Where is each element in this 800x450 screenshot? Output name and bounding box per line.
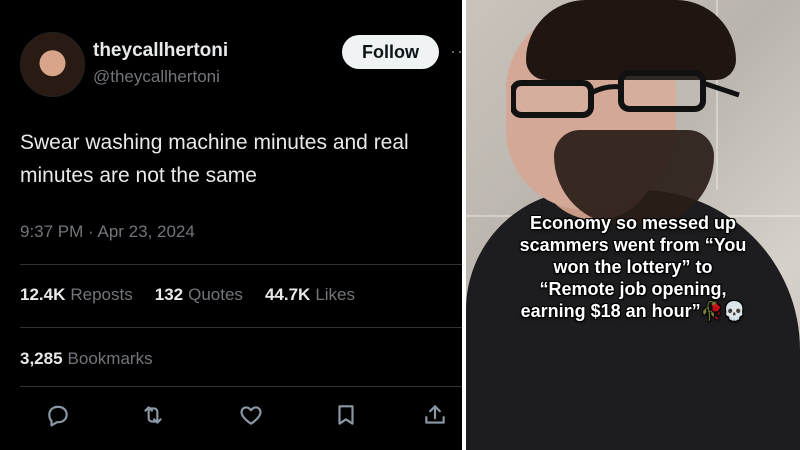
- like-icon[interactable]: [236, 400, 266, 430]
- quotes-count: 132: [154, 285, 184, 304]
- bookmarks-stat[interactable]: 3,285 Bookmarks: [20, 349, 153, 369]
- glasses-icon: [511, 70, 740, 118]
- caption-line: Economy so messed up: [529, 213, 737, 233]
- divider: [20, 264, 462, 265]
- reposts-count: 12.4K: [20, 285, 66, 304]
- share-icon[interactable]: [420, 400, 450, 430]
- tweet-panel: theycallhertoni @theycallhertoni Follow …: [0, 0, 462, 450]
- user-handle[interactable]: @theycallhertoni: [93, 67, 220, 87]
- tweet-text-line-1: Swear washing machine minutes and real: [20, 131, 409, 154]
- tweet-text: Swear washing machine minutes and real m…: [20, 126, 450, 192]
- likes-stat[interactable]: 44.7K Likes: [265, 285, 355, 305]
- likes-label: Likes: [315, 285, 355, 304]
- caption-line: earning $18 an hour”🥀💀: [520, 301, 746, 321]
- bookmarks-label: Bookmarks: [67, 349, 153, 368]
- quotes-label: Quotes: [188, 285, 243, 304]
- person-face: [506, 0, 740, 225]
- follow-button[interactable]: Follow: [342, 35, 439, 69]
- caption-line: won the lottery” to: [553, 257, 713, 277]
- avatar[interactable]: [20, 32, 85, 97]
- divider: [20, 386, 462, 387]
- reposts-stat[interactable]: 12.4K Reposts: [20, 285, 133, 305]
- video-frame: Economy so messed up scammers went from …: [466, 0, 800, 450]
- more-options-icon[interactable]: ··: [450, 41, 462, 62]
- bookmark-icon[interactable]: [331, 400, 361, 430]
- likes-count: 44.7K: [264, 285, 311, 304]
- caption-line: “Remote job opening,: [539, 279, 727, 299]
- engagement-stats: 12.4K Reposts 132 Quotes 44.7K Likes: [20, 285, 377, 305]
- display-name[interactable]: theycallhertoni: [93, 40, 228, 62]
- quotes-stat[interactable]: 132 Quotes: [155, 285, 243, 305]
- reply-icon[interactable]: [43, 400, 73, 430]
- reposts-label: Reposts: [70, 285, 133, 304]
- repost-icon[interactable]: [138, 400, 168, 430]
- bookmarks-count: 3,285: [20, 349, 63, 368]
- caption-line: scammers went from “You: [519, 235, 747, 255]
- tweet-text-line-2: minutes are not the same: [20, 164, 257, 187]
- video-caption: Economy so messed up scammers went from …: [480, 212, 786, 322]
- divider: [20, 327, 462, 328]
- tweet-timestamp[interactable]: 9:37 PM · Apr 23, 2024: [20, 222, 195, 242]
